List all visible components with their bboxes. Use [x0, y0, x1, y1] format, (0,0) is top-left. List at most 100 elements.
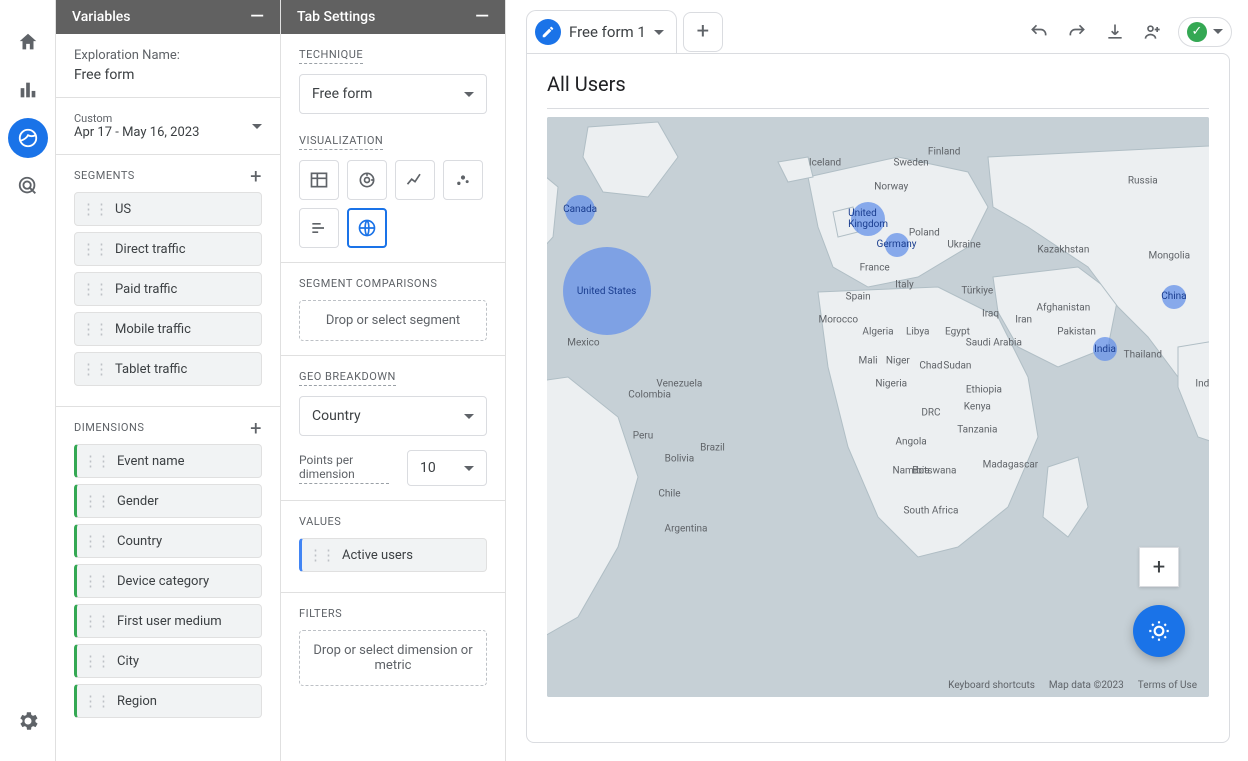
- reports-icon[interactable]: [8, 70, 48, 110]
- map-bubble[interactable]: China: [1162, 285, 1186, 309]
- country-label: Russia: [1128, 175, 1158, 186]
- admin-gear-icon[interactable]: [8, 701, 48, 741]
- country-label: Chad: [919, 361, 942, 372]
- viz-bar-button[interactable]: [299, 208, 339, 248]
- map-bubble[interactable]: Canada: [565, 195, 595, 225]
- country-label: Italy: [895, 280, 914, 291]
- realtime-icon[interactable]: [8, 166, 48, 206]
- terms-link[interactable]: Terms of Use: [1138, 680, 1197, 691]
- technique-select[interactable]: Free form: [299, 74, 487, 114]
- segment-chip-label: Mobile traffic: [115, 322, 191, 337]
- viz-scatter-button[interactable]: [443, 160, 483, 200]
- country-label: Morocco: [818, 315, 858, 326]
- dimension-chip-label: Region: [117, 694, 157, 709]
- country-label: Tanzania: [957, 425, 997, 436]
- points-per-dimension-select[interactable]: 10: [407, 450, 487, 486]
- country-label: Libya: [906, 326, 929, 337]
- tabs-bar: Free form 1 + ✓: [506, 0, 1248, 53]
- edit-tab-icon[interactable]: [535, 19, 561, 45]
- filters-dropzone[interactable]: Drop or select dimension or metric: [299, 630, 487, 686]
- viz-table-button[interactable]: [299, 160, 339, 200]
- segments-section: SEGMENTS + USDirect trafficPaid trafficM…: [56, 155, 280, 407]
- dimension-chip[interactable]: Device category: [74, 564, 262, 598]
- dimension-chip-label: Device category: [117, 574, 209, 589]
- country-label: Mexico: [567, 338, 599, 349]
- download-button[interactable]: [1098, 15, 1132, 49]
- dimension-chip-label: Gender: [117, 494, 159, 509]
- geo-breakdown-select[interactable]: Country: [299, 396, 487, 436]
- exploration-tab[interactable]: Free form 1: [526, 10, 677, 53]
- segment-chip[interactable]: Direct traffic: [74, 232, 262, 266]
- value-chip[interactable]: Active users: [299, 538, 487, 572]
- dimension-chip[interactable]: Country: [74, 524, 262, 558]
- dimension-chip[interactable]: First user medium: [74, 604, 262, 638]
- exploration-name-value: Free form: [74, 67, 262, 83]
- tab-title: Free form 1: [569, 23, 646, 41]
- add-segment-button[interactable]: +: [250, 170, 262, 182]
- geo-map[interactable]: IcelandNorwaySwedenFinlandRussiaPolandUk…: [547, 117, 1209, 697]
- chevron-down-icon: [464, 466, 474, 471]
- country-label: Saudi Arabia: [966, 338, 1022, 349]
- drag-handle-icon: [83, 620, 109, 623]
- segment-chip[interactable]: Tablet traffic: [74, 352, 262, 386]
- visualization-label: VISUALIZATION: [299, 134, 383, 150]
- country-label: Ukraine: [947, 239, 980, 250]
- share-button[interactable]: [1136, 15, 1170, 49]
- minimize-tab-settings-button[interactable]: —: [475, 12, 489, 22]
- add-dimension-button[interactable]: +: [250, 422, 262, 434]
- country-label: South Africa: [903, 506, 958, 517]
- drag-handle-icon: [81, 368, 107, 371]
- dimension-chip-label: First user medium: [117, 614, 222, 629]
- insights-fab[interactable]: [1133, 605, 1185, 657]
- drag-handle-icon: [81, 208, 107, 211]
- segment-chip[interactable]: Paid traffic: [74, 272, 262, 306]
- country-label: Botswana: [912, 465, 956, 476]
- country-label: Iran: [1015, 315, 1032, 326]
- map-bubble[interactable]: United Kingdom: [851, 202, 885, 236]
- dimensions-label: DIMENSIONS: [74, 421, 144, 434]
- country-label: Argentina: [665, 523, 708, 534]
- map-bubble[interactable]: Germany: [885, 233, 909, 257]
- drag-handle-icon: [83, 700, 109, 703]
- dimension-chip-label: City: [117, 654, 139, 669]
- undo-button[interactable]: [1022, 15, 1056, 49]
- sample-status[interactable]: ✓: [1178, 17, 1232, 47]
- dimension-chip[interactable]: Gender: [74, 484, 262, 518]
- country-label: Kenya: [964, 402, 991, 413]
- minimize-variables-button[interactable]: —: [250, 12, 264, 22]
- segment-chip-label: Paid traffic: [115, 282, 177, 297]
- add-tab-button[interactable]: +: [683, 12, 723, 52]
- explore-icon[interactable]: [8, 118, 48, 158]
- segment-chip[interactable]: US: [74, 192, 262, 226]
- segment-chip-label: US: [115, 202, 131, 217]
- viz-geo-button[interactable]: [347, 208, 387, 248]
- values-label: VALUES: [299, 515, 341, 528]
- country-label: Pakistan: [1057, 326, 1096, 337]
- dimension-chip[interactable]: Region: [74, 684, 262, 718]
- redo-button[interactable]: [1060, 15, 1094, 49]
- date-range-picker[interactable]: Custom Apr 17 - May 16, 2023: [56, 98, 280, 155]
- canvas-heading: All Users: [547, 72, 1209, 109]
- zoom-in-button[interactable]: +: [1139, 547, 1179, 587]
- exploration-name-section[interactable]: Exploration Name: Free form: [56, 34, 280, 98]
- segment-chip[interactable]: Mobile traffic: [74, 312, 262, 346]
- visualization-canvas: All Users: [526, 53, 1230, 743]
- map-bubble[interactable]: India: [1093, 337, 1117, 361]
- status-check-icon: ✓: [1187, 22, 1207, 42]
- viz-line-button[interactable]: [395, 160, 435, 200]
- home-icon[interactable]: [8, 22, 48, 62]
- dimension-chip[interactable]: City: [74, 644, 262, 678]
- viz-donut-button[interactable]: [347, 160, 387, 200]
- chevron-down-icon: [464, 92, 474, 97]
- tab-settings-panel: Tab Settings — TECHNIQUE Free form VISUA…: [281, 0, 506, 761]
- technique-value: Free form: [312, 86, 372, 102]
- segment-dropzone[interactable]: Drop or select segment: [299, 300, 487, 341]
- keyboard-shortcuts-link[interactable]: Keyboard shortcuts: [948, 680, 1035, 691]
- dimension-chip[interactable]: Event name: [74, 444, 262, 478]
- map-bubble[interactable]: United States: [563, 247, 651, 335]
- drag-handle-icon: [83, 460, 109, 463]
- country-label: Spain: [846, 291, 871, 302]
- country-label: Colombia: [628, 390, 671, 401]
- chevron-down-icon: [252, 124, 262, 129]
- country-label: Chile: [658, 489, 680, 500]
